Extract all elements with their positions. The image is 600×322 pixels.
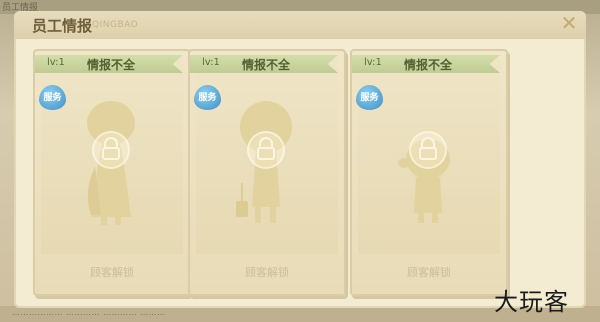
close-icon[interactable]: ✕	[558, 12, 580, 34]
info-status: 情报不全	[404, 58, 453, 72]
level-label: lv:1	[202, 57, 220, 68]
info-status: 情报不全	[242, 58, 291, 72]
watermark-logo: 大玩客	[494, 288, 569, 316]
employee-card-3[interactable]: lv:1 情报不全 服务 顾客解锁	[350, 49, 508, 296]
unlock-condition-label: 顾客解锁	[90, 266, 134, 279]
employee-card-1[interactable]: lv:1 情报不全 服务 顾客解锁	[33, 49, 191, 296]
level-bar: lv:1 情报不全	[190, 55, 338, 73]
level-bar: lv:1 情报不全	[35, 55, 183, 73]
level-label: lv:1	[47, 57, 65, 68]
lock-icon	[409, 131, 447, 169]
employee-card-2[interactable]: lv:1 情报不全 服务 顾客解锁	[188, 49, 346, 296]
dialog-title-bar: 员工情报 QINGBAO ✕	[14, 11, 586, 39]
dialog-title: 员工情报	[32, 17, 93, 35]
background-bottom-text: ……………… ………… ………… ………	[12, 308, 166, 317]
dialog-subtitle: QINGBAO	[92, 20, 139, 30]
lock-icon	[92, 131, 130, 169]
service-badge-icon: 服务	[39, 85, 66, 110]
lock-icon	[247, 131, 285, 169]
service-badge-icon: 服务	[194, 85, 221, 110]
service-badge-icon: 服务	[356, 85, 383, 110]
info-status: 情报不全	[87, 58, 136, 72]
level-label: lv:1	[364, 57, 382, 68]
level-bar: lv:1 情报不全	[352, 55, 500, 73]
employee-info-dialog: 员工情报 QINGBAO ✕ lv:1 情报不全 服务 顾客解锁 lv:1 情报…	[14, 11, 586, 308]
unlock-condition-label: 顾客解锁	[407, 266, 451, 279]
unlock-condition-label: 顾客解锁	[245, 266, 289, 279]
